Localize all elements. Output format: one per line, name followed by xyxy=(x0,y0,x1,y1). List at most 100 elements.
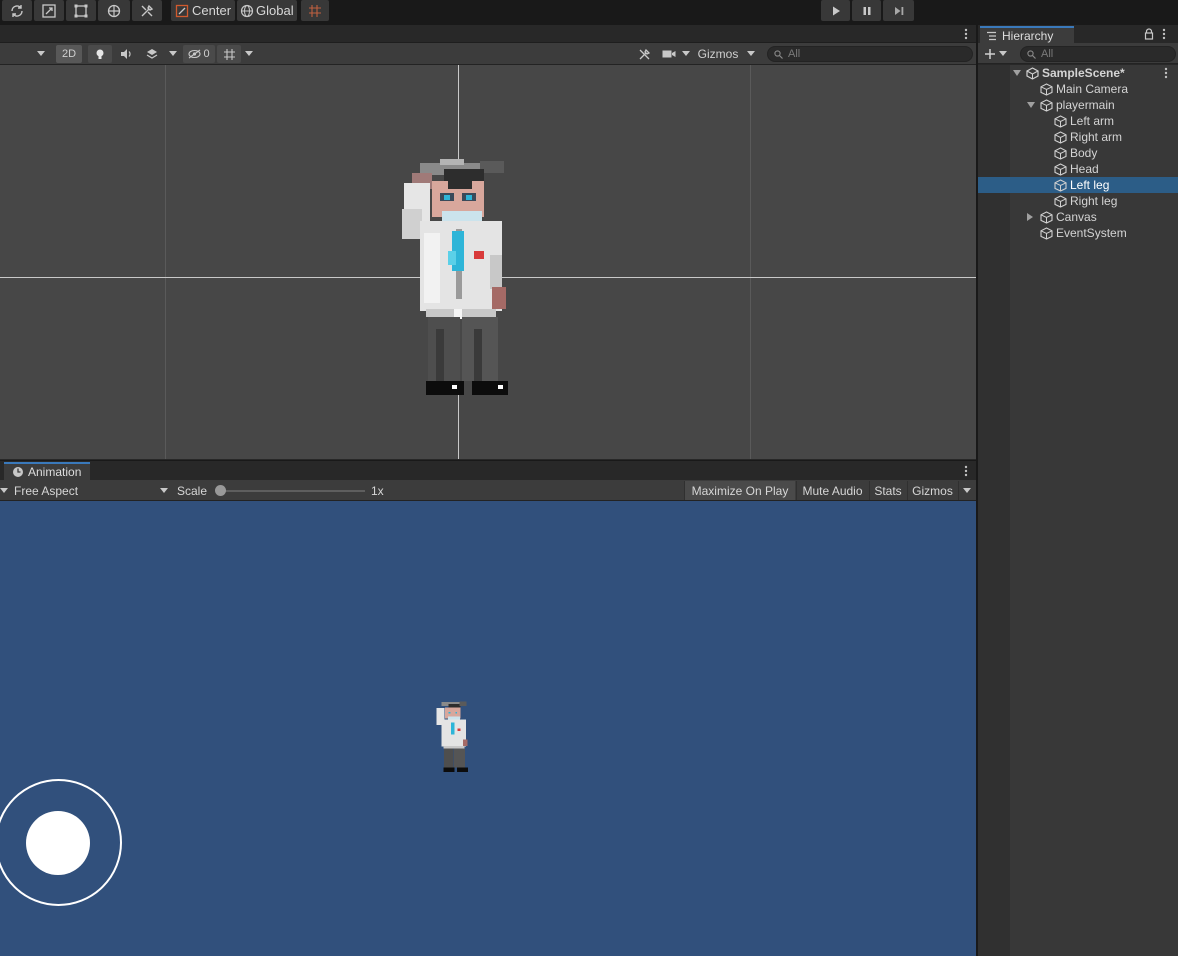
effects-dropdown[interactable] xyxy=(166,45,180,63)
hierarchy-menu-icon[interactable] xyxy=(1162,28,1166,40)
game-toolbar: Free Aspect Scale 1x Maximize On Play Mu… xyxy=(0,480,976,501)
scale-label: Scale xyxy=(177,483,208,498)
pivot-mode-button[interactable]: Center xyxy=(171,0,235,21)
lighting-toggle[interactable] xyxy=(88,45,112,63)
chevron-down-icon xyxy=(682,51,690,56)
scene-menu-icon[interactable] xyxy=(1164,67,1168,79)
gameobject-cube-icon xyxy=(1040,226,1053,240)
maximize-on-play-button[interactable]: Maximize On Play xyxy=(684,481,795,500)
scene-gizmos-dropdown[interactable] xyxy=(744,45,758,63)
hierarchy-search-input[interactable]: All xyxy=(1020,46,1176,62)
aspect-label: Free Aspect xyxy=(14,483,79,498)
plus-icon xyxy=(985,48,995,59)
play-button[interactable] xyxy=(821,0,850,21)
scene-panel-menu-icon[interactable] xyxy=(964,27,968,41)
hierarchy-item-label: Left leg xyxy=(1070,178,1110,192)
rect-tool-button[interactable] xyxy=(66,0,96,21)
scene-tools-button[interactable] xyxy=(634,45,654,63)
rect-transform-icon xyxy=(74,4,88,17)
game-gizmos-button[interactable]: Gizmos xyxy=(907,481,957,500)
scale-value: 1x xyxy=(371,483,384,498)
scale-slider[interactable] xyxy=(215,485,367,497)
rotate-tool-button[interactable] xyxy=(2,0,32,21)
transform-tool-button[interactable] xyxy=(98,0,130,21)
hierarchy-item-label: SampleScene* xyxy=(1042,66,1125,80)
chevron-down-icon xyxy=(160,487,168,493)
grid-dropdown[interactable] xyxy=(242,45,256,63)
game-gizmos-dropdown[interactable] xyxy=(958,481,975,500)
effects-toggle[interactable] xyxy=(140,45,164,63)
scale-slider-thumb[interactable] xyxy=(215,485,226,496)
stats-button[interactable]: Stats xyxy=(869,481,906,500)
grid-toggle[interactable] xyxy=(217,45,241,63)
game-gizmos-label: Gizmos xyxy=(912,483,953,498)
globe-icon xyxy=(240,4,254,17)
pause-button[interactable] xyxy=(852,0,881,21)
gameobject-cube-icon xyxy=(1054,178,1067,192)
scale-slider-track xyxy=(219,490,365,492)
grid-icon xyxy=(223,48,235,60)
fold-closed-icon[interactable] xyxy=(1027,213,1033,221)
hierarchy-item[interactable]: Body xyxy=(978,145,1178,161)
pivot-space-label: Global xyxy=(256,3,294,18)
chevron-down-icon xyxy=(0,487,8,493)
hierarchy-item[interactable]: Main Camera xyxy=(978,81,1178,97)
lock-icon[interactable] xyxy=(1144,28,1154,40)
mute-audio-button[interactable]: Mute Audio xyxy=(796,481,868,500)
scene-gizmos-button[interactable]: Gizmos xyxy=(694,45,742,63)
lightbulb-icon xyxy=(96,49,104,59)
step-button[interactable] xyxy=(883,0,914,21)
tab-hierarchy-label: Hierarchy xyxy=(1002,28,1054,43)
gameobject-cube-icon xyxy=(1054,146,1067,160)
hierarchy-item[interactable]: Left arm xyxy=(978,113,1178,129)
hierarchy-item[interactable]: Right arm xyxy=(978,129,1178,145)
tools-icon xyxy=(639,48,650,59)
scene-search-placeholder: All xyxy=(788,48,801,60)
hierarchy-tree: SampleScene* Main Camera playermain Left ar… xyxy=(978,65,1178,956)
hierarchy-item[interactable]: EventSystem xyxy=(978,225,1178,241)
2d-mode-toggle[interactable]: 2D xyxy=(56,45,82,63)
pivot-space-button[interactable]: Global xyxy=(237,0,297,21)
audio-toggle[interactable] xyxy=(114,45,138,63)
hierarchy-item[interactable]: playermain xyxy=(978,97,1178,113)
tab-hierarchy[interactable]: Hierarchy xyxy=(980,26,1074,43)
hidden-eye-icon xyxy=(188,49,201,59)
game-viewport[interactable] xyxy=(0,501,976,956)
player-sprite-scene[interactable] xyxy=(400,159,510,399)
hierarchy-toolbar: All xyxy=(978,43,1178,64)
display-dropdown[interactable] xyxy=(0,481,10,500)
aspect-dropdown[interactable]: Free Aspect xyxy=(11,481,171,500)
hierarchy-item[interactable]: SampleScene* xyxy=(978,65,1178,81)
draw-mode-dropdown[interactable] xyxy=(34,45,48,63)
scene-camera-dropdown[interactable] xyxy=(680,45,692,63)
hierarchy-item-label: Left arm xyxy=(1070,114,1115,128)
fold-open-icon[interactable] xyxy=(1027,102,1035,108)
scene-viewport[interactable] xyxy=(0,65,976,459)
main-toolbar: Center Global xyxy=(0,0,1178,22)
grid-line xyxy=(165,65,166,459)
hierarchy-item-label: Canvas xyxy=(1056,210,1097,224)
gameobject-cube-icon xyxy=(1054,114,1067,128)
hierarchy-item[interactable]: Head xyxy=(978,161,1178,177)
maximize-on-play-label: Maximize On Play xyxy=(691,483,789,498)
gameobject-cube-icon xyxy=(1054,162,1067,176)
grid-snap-button[interactable] xyxy=(301,0,329,21)
hierarchy-item[interactable]: Right leg xyxy=(978,193,1178,209)
hierarchy-item[interactable]: Canvas xyxy=(978,209,1178,225)
scene-visibility-toggle[interactable]: 0 xyxy=(183,45,215,63)
search-icon xyxy=(1027,49,1036,59)
scene-camera-button[interactable] xyxy=(659,45,679,63)
scene-search-input[interactable]: All xyxy=(767,46,973,62)
game-panel-menu-icon[interactable] xyxy=(964,464,968,478)
gameobject-cube-icon xyxy=(1040,98,1053,112)
grid-snap-icon xyxy=(309,4,321,17)
custom-tools-button[interactable] xyxy=(132,0,162,21)
scale-tool-button[interactable] xyxy=(34,0,64,21)
game-tab-bar: Animation xyxy=(0,461,976,480)
fold-open-icon[interactable] xyxy=(1013,70,1021,76)
tab-animation[interactable]: Animation xyxy=(4,462,90,480)
rotate-icon xyxy=(11,4,23,17)
hierarchy-item[interactable]: Left leg xyxy=(978,177,1178,193)
create-button[interactable] xyxy=(984,46,1012,61)
joystick-handle[interactable] xyxy=(26,811,90,875)
